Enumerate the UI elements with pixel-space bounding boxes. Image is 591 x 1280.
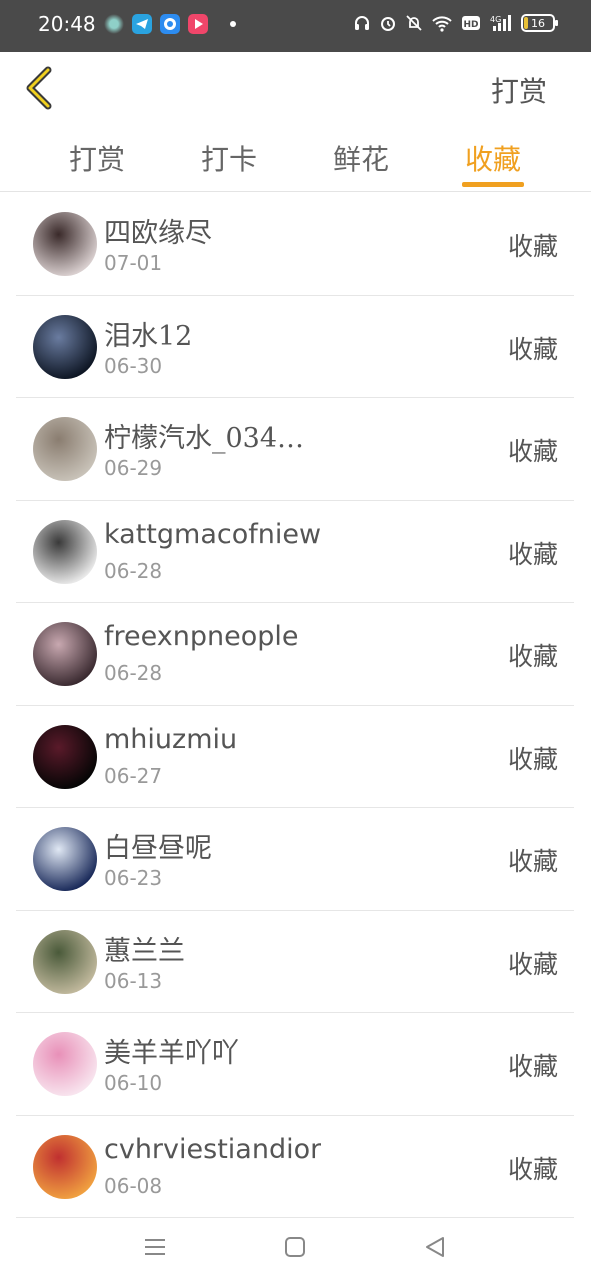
user-name: 四欧缘尽 [104,218,212,249]
avatar[interactable] [33,212,97,276]
item-date: 06-27 [104,763,163,788]
action-label: 收藏 [507,437,558,466]
action-label: 收藏 [507,334,558,364]
tab-favorites[interactable]: 收藏 [448,138,538,178]
item-date: 06-28 [104,661,163,685]
list-item[interactable]: 蕙兰兰 06-13 收藏 [16,911,574,1013]
status-bar: 20:48 HD 4G 16 [0,0,591,52]
user-name: kattgmacofniew [104,518,322,550]
tab-reward[interactable]: 打赏 [52,138,142,178]
mute-icon [406,15,422,31]
item-date: 06-13 [104,968,163,993]
action-label: 收藏 [507,232,558,261]
app-icon [104,14,124,34]
battery-text: 16 [531,16,545,30]
user-name: 白昼昼呢 [104,833,212,864]
action-label: 收藏 [507,642,558,671]
user-name: freexnpneople [104,621,299,652]
video-app-icon [188,14,208,34]
avatar[interactable] [33,724,97,789]
item-date: 06-30 [104,353,163,378]
headphones-icon [355,16,369,30]
list-item[interactable]: 美羊羊吖吖 06-10 收藏 [16,1013,574,1116]
svg-text:HD: HD [463,20,478,30]
home-square-icon[interactable] [280,1232,310,1262]
wifi-icon [432,16,452,32]
avatar[interactable] [33,929,97,994]
action-label: 收藏 [507,1154,558,1184]
chevron-left-icon [26,66,52,110]
menu-icon[interactable] [140,1232,170,1262]
action-label: 收藏 [507,539,558,569]
avatar[interactable] [33,622,97,686]
svg-text:4G: 4G [490,15,501,24]
back-button[interactable] [22,66,58,110]
item-date: 06-29 [104,456,163,480]
battery-icon: 16 [521,14,558,32]
item-date: 06-08 [104,1173,163,1198]
back-triangle-icon[interactable] [420,1232,450,1262]
action-label: 收藏 [507,949,558,979]
list-item[interactable]: 四欧缘尽 07-01 收藏 [16,193,574,296]
user-name: 蕙兰兰 [104,935,185,967]
signal-4g-icon: 4G [490,15,511,31]
avatar[interactable] [33,1032,97,1096]
tab-flowers[interactable]: 鲜花 [316,138,406,178]
list-item[interactable]: 白昼昼呢 06-23 收藏 [16,808,574,911]
tab-checkin[interactable]: 打卡 [184,138,274,178]
header: 打赏 [0,52,591,124]
avatar[interactable] [33,417,97,481]
user-name: 美羊羊吖吖 [104,1038,239,1069]
action-label: 收藏 [507,744,558,774]
avatar[interactable] [33,827,97,891]
status-app-icons [104,14,236,34]
avatar[interactable] [33,519,97,584]
avatar[interactable] [33,314,97,379]
action-label: 收藏 [507,847,558,876]
list-item[interactable]: mhiuzmiu 06-27 收藏 [16,706,574,808]
tab-bar: 打赏 打卡 鲜花 收藏 [0,124,591,192]
hd-icon: HD [462,16,480,30]
list-item[interactable]: 柠檬汽水_034… 06-29 收藏 [16,398,574,501]
list-item[interactable]: 泪水12 06-30 收藏 [16,296,574,398]
favorites-list: 四欧缘尽 07-01 收藏 泪水12 06-30 收藏 柠檬汽水_034… 06-29 收藏 ka… [16,193,574,1218]
browser-icon [160,14,180,34]
list-item[interactable]: freexnpneople 06-28 收藏 [16,603,574,706]
item-date: 06-10 [104,1071,163,1095]
reward-header-button[interactable]: 打赏 [491,70,547,110]
telegram-icon [132,14,152,34]
alarm-icon [381,17,395,31]
list-item[interactable]: cvhrviestiandior 06-08 收藏 [16,1116,574,1218]
status-system-icons: HD 4G 16 [353,14,558,32]
user-name: 泪水12 [104,320,193,352]
user-name: cvhrviestiandior [104,1133,322,1165]
item-date: 06-23 [104,866,163,890]
tab-active-indicator [462,182,524,187]
item-date: 07-01 [104,251,163,275]
item-date: 06-28 [104,558,163,583]
notification-dot-icon [230,21,236,27]
list-item[interactable]: kattgmacofniew 06-28 收藏 [16,501,574,603]
user-name: mhiuzmiu [104,723,238,755]
action-label: 收藏 [507,1052,558,1081]
battery-level [524,17,528,29]
status-time: 20:48 [38,12,96,36]
avatar[interactable] [33,1134,97,1199]
user-name: 柠檬汽水_034… [104,423,305,454]
system-nav-bar [0,1216,591,1280]
